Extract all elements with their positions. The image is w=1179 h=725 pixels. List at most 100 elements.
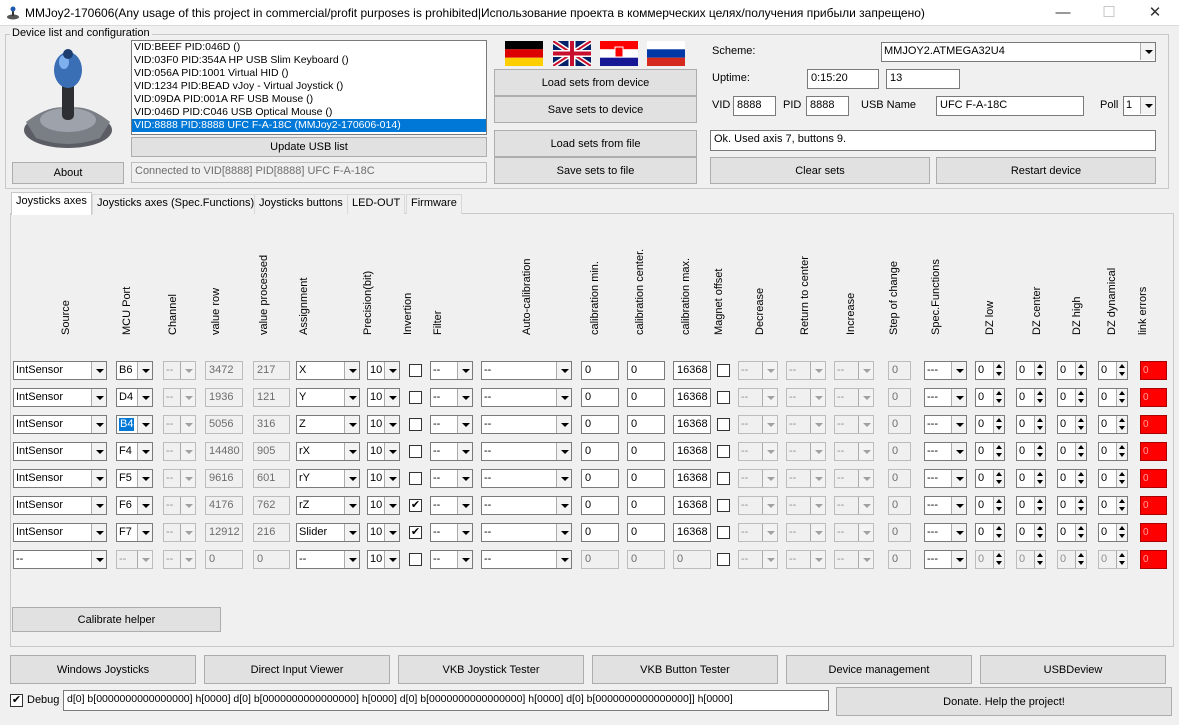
auto-calibration-select[interactable]: --: [481, 361, 572, 380]
calibration-center-field[interactable]: 0: [627, 523, 665, 542]
assignment-select[interactable]: Y: [296, 388, 360, 407]
precision-select[interactable]: 10: [367, 361, 400, 380]
dz-center-spinner[interactable]: 0: [1016, 550, 1046, 569]
load-sets-from-device-button[interactable]: Load sets from device: [494, 69, 697, 96]
spec-functions-select[interactable]: ---: [924, 415, 967, 434]
dz-center-spinner[interactable]: 0: [1016, 415, 1046, 434]
precision-select[interactable]: 10: [367, 388, 400, 407]
calibration-min-field[interactable]: 0: [581, 550, 619, 569]
tab-led-out[interactable]: LED-OUT: [347, 194, 406, 214]
dz-high-spinner[interactable]: 0: [1057, 550, 1087, 569]
magnet-offset-checkbox[interactable]: [717, 418, 730, 431]
poll-select[interactable]: 1: [1123, 96, 1156, 116]
clear-sets-button[interactable]: Clear sets: [710, 157, 930, 184]
spec-functions-select[interactable]: ---: [924, 469, 967, 488]
dz-high-spinner[interactable]: 0: [1057, 442, 1087, 461]
auto-calibration-select[interactable]: --: [481, 388, 572, 407]
magnet-offset-checkbox[interactable]: [717, 499, 730, 512]
spec-functions-select[interactable]: ---: [924, 550, 967, 569]
magnet-offset-checkbox[interactable]: [717, 445, 730, 458]
dz-low-spinner[interactable]: 0: [975, 550, 1005, 569]
tab-joysticks-axes-spec[interactable]: Joysticks axes (Spec.Functions): [92, 194, 260, 214]
dz-dynamical-spinner[interactable]: 0: [1098, 415, 1128, 434]
direct-input-viewer-button[interactable]: Direct Input Viewer: [204, 655, 390, 684]
spec-functions-select[interactable]: ---: [924, 361, 967, 380]
dz-center-spinner[interactable]: 0: [1016, 523, 1046, 542]
magnet-offset-checkbox[interactable]: [717, 472, 730, 485]
vkb-button-tester-button[interactable]: VKB Button Tester: [592, 655, 778, 684]
precision-select[interactable]: 10: [367, 469, 400, 488]
calibration-min-field[interactable]: 0: [581, 361, 619, 380]
device-list-item[interactable]: VID:BEEF PID:046D (): [132, 41, 486, 54]
dz-dynamical-spinner[interactable]: 0: [1098, 388, 1128, 407]
debug-checkbox[interactable]: ✔: [10, 694, 23, 707]
device-management-button[interactable]: Device management: [786, 655, 972, 684]
minimize-button[interactable]: —: [1040, 0, 1086, 26]
filter-select[interactable]: --: [430, 496, 473, 515]
vkb-joystick-tester-button[interactable]: VKB Joystick Tester: [398, 655, 584, 684]
tab-firmware[interactable]: Firmware: [406, 194, 462, 214]
restart-device-button[interactable]: Restart device: [936, 157, 1156, 184]
tab-joysticks-axes[interactable]: Joysticks axes: [11, 192, 92, 215]
filter-select[interactable]: --: [430, 550, 473, 569]
calibration-min-field[interactable]: 0: [581, 469, 619, 488]
dz-low-spinner[interactable]: 0: [975, 523, 1005, 542]
about-button[interactable]: About: [12, 162, 124, 184]
invertion-checkbox[interactable]: [409, 418, 422, 431]
spec-functions-select[interactable]: ---: [924, 523, 967, 542]
invertion-checkbox[interactable]: [409, 553, 422, 566]
dz-dynamical-spinner[interactable]: 0: [1098, 469, 1128, 488]
mcu-port-select[interactable]: D4: [116, 388, 153, 407]
assignment-select[interactable]: --: [296, 550, 360, 569]
windows-joysticks-button[interactable]: Windows Joysticks: [10, 655, 196, 684]
calibration-max-field[interactable]: 16368: [673, 496, 711, 515]
device-list-item[interactable]: VID:046D PID:C046 USB Optical Mouse (): [132, 106, 486, 119]
source-select[interactable]: --: [13, 550, 107, 569]
calibration-center-field[interactable]: 0: [627, 442, 665, 461]
dz-dynamical-spinner[interactable]: 0: [1098, 361, 1128, 380]
invertion-checkbox[interactable]: [409, 391, 422, 404]
invertion-checkbox[interactable]: [409, 364, 422, 377]
device-list-item-selected[interactable]: VID:8888 PID:8888 UFC F-A-18C (MMJoy2-17…: [132, 119, 486, 132]
auto-calibration-select[interactable]: --: [481, 550, 572, 569]
dz-low-spinner[interactable]: 0: [975, 388, 1005, 407]
filter-select[interactable]: --: [430, 523, 473, 542]
device-list-item[interactable]: VID:056A PID:1001 Virtual HID (): [132, 67, 486, 80]
auto-calibration-select[interactable]: --: [481, 523, 572, 542]
dz-dynamical-spinner[interactable]: 0: [1098, 523, 1128, 542]
dz-dynamical-spinner[interactable]: 0: [1098, 496, 1128, 515]
save-sets-to-file-button[interactable]: Save sets to file: [494, 157, 697, 184]
magnet-offset-checkbox[interactable]: [717, 391, 730, 404]
uptime-count-field[interactable]: 13: [886, 69, 960, 89]
scheme-select[interactable]: MMJOY2.ATMEGA32U4: [881, 42, 1156, 62]
invertion-checkbox[interactable]: [409, 445, 422, 458]
filter-select[interactable]: --: [430, 415, 473, 434]
source-select[interactable]: IntSensor: [13, 496, 107, 515]
save-sets-to-device-button[interactable]: Save sets to device: [494, 96, 697, 123]
source-select[interactable]: IntSensor: [13, 469, 107, 488]
dz-dynamical-spinner[interactable]: 0: [1098, 550, 1128, 569]
dz-high-spinner[interactable]: 0: [1057, 361, 1087, 380]
calibration-min-field[interactable]: 0: [581, 496, 619, 515]
calibration-center-field[interactable]: 0: [627, 496, 665, 515]
device-list-item[interactable]: VID:09DA PID:001A RF USB Mouse (): [132, 93, 486, 106]
dz-center-spinner[interactable]: 0: [1016, 361, 1046, 380]
precision-select[interactable]: 10: [367, 550, 400, 569]
calibration-center-field[interactable]: 0: [627, 388, 665, 407]
assignment-select[interactable]: Z: [296, 415, 360, 434]
precision-select[interactable]: 10: [367, 496, 400, 515]
donate-button[interactable]: Donate. Help the project!: [836, 687, 1172, 716]
precision-select[interactable]: 10: [367, 523, 400, 542]
german-flag-icon[interactable]: [505, 41, 543, 66]
source-select[interactable]: IntSensor: [13, 523, 107, 542]
auto-calibration-select[interactable]: --: [481, 442, 572, 461]
mcu-port-select[interactable]: B6: [116, 361, 153, 380]
update-usb-list-button[interactable]: Update USB list: [131, 137, 487, 157]
invertion-checkbox[interactable]: ✔: [409, 499, 422, 512]
source-select[interactable]: IntSensor: [13, 388, 107, 407]
device-listbox[interactable]: VID:BEEF PID:046D () VID:03F0 PID:354A H…: [131, 40, 487, 135]
assignment-select[interactable]: rZ: [296, 496, 360, 515]
mcu-port-select[interactable]: F7: [116, 523, 153, 542]
device-list-item[interactable]: VID:03F0 PID:354A HP USB Slim Keyboard (…: [132, 54, 486, 67]
calibration-center-field[interactable]: 0: [627, 550, 665, 569]
